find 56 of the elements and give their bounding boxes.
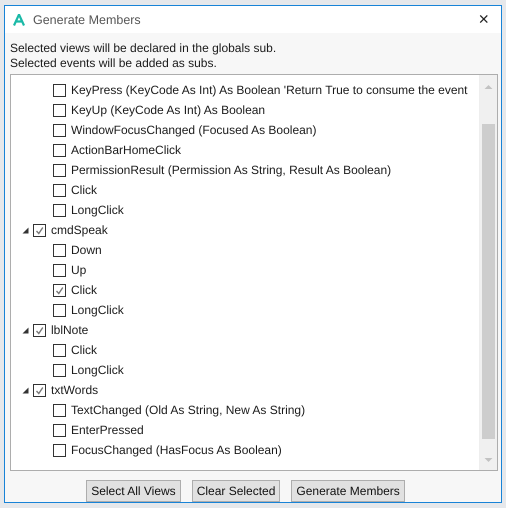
tree-item-label[interactable]: LongClick (71, 303, 124, 317)
scroll-up-icon (484, 84, 493, 90)
checkbox[interactable] (53, 144, 66, 156)
window-title: Generate Members (33, 12, 141, 26)
check-icon (35, 326, 44, 334)
info-text: Selected views will be declared in the globals sub. (10, 41, 278, 55)
tree-item-label[interactable]: LongClick (71, 203, 124, 217)
checkbox[interactable] (33, 224, 46, 236)
check-icon (55, 286, 64, 294)
checkbox[interactable] (33, 324, 46, 336)
tree-item-label[interactable]: WindowFocusChanged (Focused As Boolean) (71, 123, 316, 137)
checkbox[interactable] (53, 444, 66, 456)
tree-item-label[interactable]: Click (71, 183, 97, 197)
tree-item-label[interactable]: PermissionResult (Permission As String, Result As Boolean) (71, 163, 392, 177)
tree-item-label[interactable]: TextChanged (Old As String, New As String) (71, 403, 306, 417)
check-icon (35, 226, 44, 234)
checkbox[interactable] (53, 304, 66, 316)
tree-item-label[interactable]: LongClick (71, 363, 124, 377)
dialog-button[interactable]: Generate Members (291, 480, 405, 502)
close-button[interactable]: × (474, 9, 493, 30)
checkbox[interactable] (53, 124, 66, 136)
checkbox[interactable] (33, 384, 46, 396)
tree-item-label[interactable]: Down (71, 243, 102, 257)
tree-item-label[interactable]: Up (71, 263, 86, 277)
checkbox[interactable] (53, 184, 66, 196)
tree-item-label[interactable]: lblNote (51, 323, 88, 337)
tree-item-label[interactable]: KeyUp (KeyCode As Int) As Boolean (71, 103, 266, 117)
scrollbar[interactable] (479, 75, 497, 470)
scroll-down-icon (484, 457, 493, 463)
check-icon (35, 386, 44, 394)
dialog-button[interactable]: Select All Views (86, 480, 181, 502)
checkbox[interactable] (53, 204, 66, 216)
tree-item-label[interactable]: FocusChanged (HasFocus As Boolean) (71, 443, 282, 457)
checkbox[interactable] (53, 424, 66, 436)
dialog-button[interactable]: Clear Selected (192, 480, 280, 502)
tree-item-label[interactable]: EnterPressed (71, 423, 144, 437)
checkbox[interactable] (53, 104, 66, 116)
tree-item-label[interactable]: cmdSpeak (51, 223, 108, 237)
checkbox[interactable] (53, 84, 66, 96)
app-logo-icon (13, 14, 25, 26)
expanded-arrow-icon[interactable] (22, 326, 29, 334)
checkbox[interactable] (53, 284, 66, 296)
tree-item-label[interactable]: Click (71, 283, 97, 297)
expanded-arrow-icon[interactable] (22, 386, 29, 394)
checkbox[interactable] (53, 364, 66, 376)
checkbox[interactable] (53, 344, 66, 356)
tree-item-label[interactable]: txtWords (51, 383, 98, 397)
checkbox[interactable] (53, 264, 66, 276)
info-text: Selected events will be added as subs. (10, 56, 218, 70)
tree-item-label[interactable]: KeyPress (KeyCode As Int) As Boolean 'Return True to consume the event (71, 83, 468, 97)
tree-item-label[interactable]: ActionBarHomeClick (71, 143, 182, 157)
tree-item-label[interactable]: Click (71, 343, 97, 357)
checkbox[interactable] (53, 164, 66, 176)
expanded-arrow-icon[interactable] (22, 226, 29, 234)
checkbox[interactable] (53, 404, 66, 416)
checkbox[interactable] (53, 244, 66, 256)
